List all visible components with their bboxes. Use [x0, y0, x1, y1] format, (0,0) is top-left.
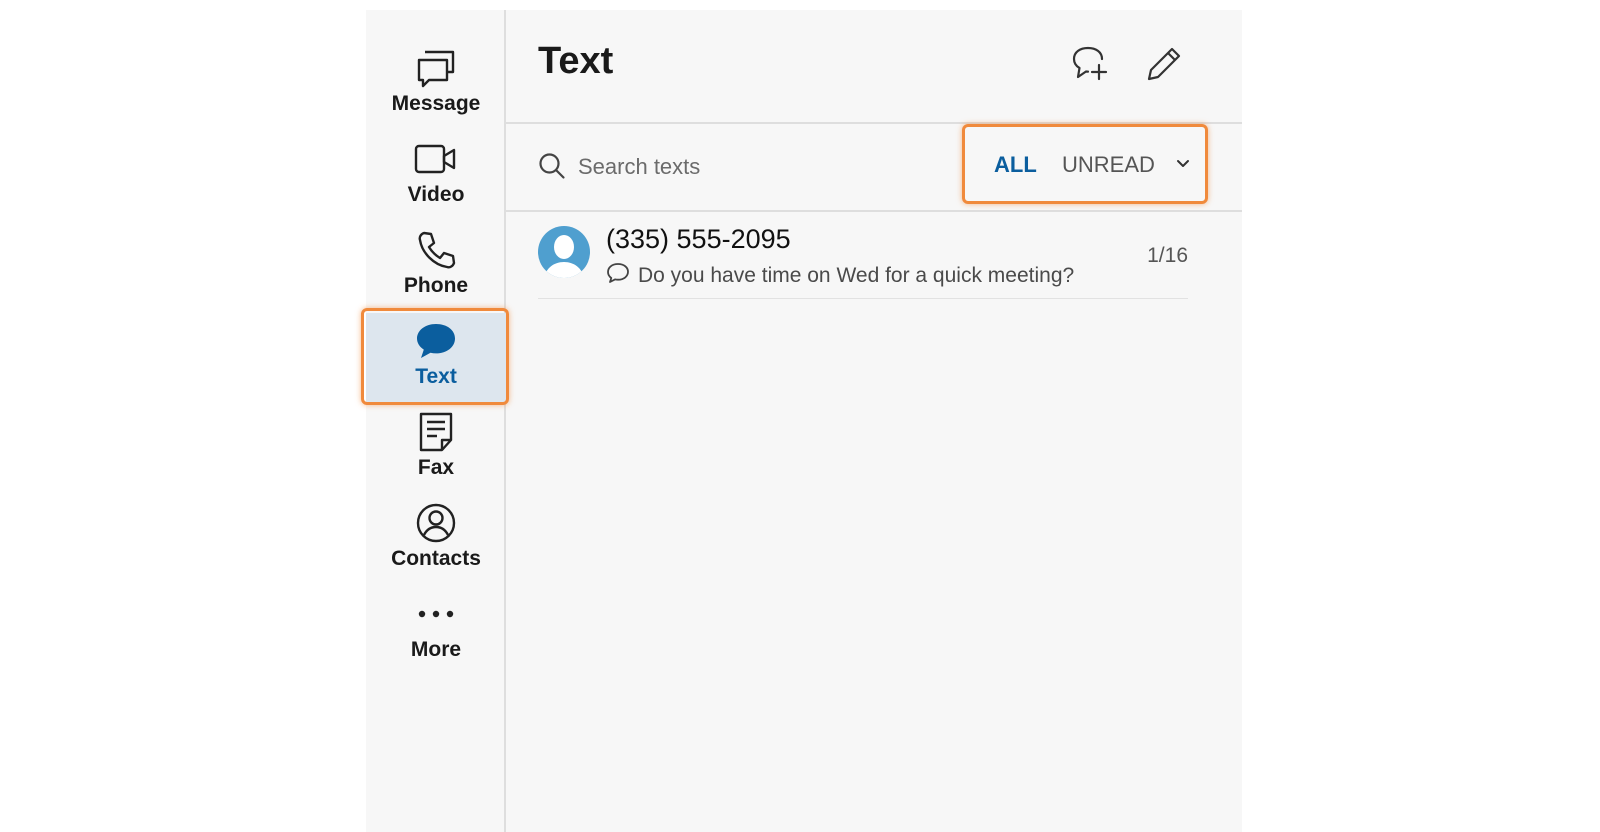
filter-all-tab[interactable]: ALL	[994, 152, 1037, 178]
conversation-preview: Do you have time on Wed for a quick meet…	[606, 262, 1074, 289]
sidebar-item-label: Fax	[417, 456, 455, 479]
main-panel: Text Search texts ALL UNREAD (335) 555-2…	[506, 10, 1242, 832]
chevron-down-icon	[1175, 156, 1191, 174]
new-chat-icon	[1070, 45, 1110, 88]
conversation-count: 1/16	[1147, 244, 1188, 267]
sidebar-item-label: Contacts	[391, 547, 481, 570]
search-bar: ALL UNREAD	[506, 122, 1242, 212]
page-title: Text	[538, 40, 614, 82]
sidebar-item-text[interactable]: Text	[366, 313, 506, 405]
sidebar-item-video[interactable]: Video	[366, 131, 506, 223]
more-icon	[414, 592, 458, 636]
sidebar-item-message[interactable]: Message	[366, 40, 506, 132]
header: Text	[506, 10, 1242, 124]
sidebar: Message Video Phone Text Fax Contacts Mo…	[366, 10, 506, 832]
search-icon	[538, 152, 566, 185]
phone-icon	[414, 228, 458, 272]
video-icon	[414, 137, 458, 181]
compose-button[interactable]	[1142, 44, 1186, 88]
sidebar-item-label: Message	[391, 92, 481, 115]
filter-unread-tab[interactable]: UNREAD	[1062, 152, 1155, 178]
sidebar-item-label: Video	[407, 183, 465, 206]
filter-dropdown-button[interactable]	[1170, 152, 1196, 178]
message-icon	[414, 46, 458, 90]
conversation-name: (335) 555-2095	[606, 224, 791, 254]
pencil-icon	[1146, 46, 1182, 87]
search-input[interactable]	[576, 148, 940, 186]
list-item[interactable]: (335) 555-2095 Do you have time on Wed f…	[538, 210, 1188, 299]
fax-icon	[414, 410, 458, 454]
sidebar-item-label: Text	[415, 365, 457, 388]
sidebar-item-label: More	[410, 638, 462, 661]
new-chat-button[interactable]	[1068, 44, 1112, 88]
sidebar-item-phone[interactable]: Phone	[366, 222, 506, 314]
conversation-preview-text: Do you have time on Wed for a quick meet…	[638, 263, 1075, 287]
contacts-icon	[414, 501, 458, 545]
chat-bubble-icon	[606, 262, 630, 289]
sidebar-item-more[interactable]: More	[366, 586, 506, 678]
app-window: Message Video Phone Text Fax Contacts Mo…	[361, 10, 1242, 832]
avatar	[538, 226, 590, 278]
sidebar-item-contacts[interactable]: Contacts	[366, 495, 506, 587]
text-bubble-icon	[414, 319, 458, 363]
sidebar-item-fax[interactable]: Fax	[366, 404, 506, 496]
sidebar-item-label: Phone	[403, 274, 469, 297]
